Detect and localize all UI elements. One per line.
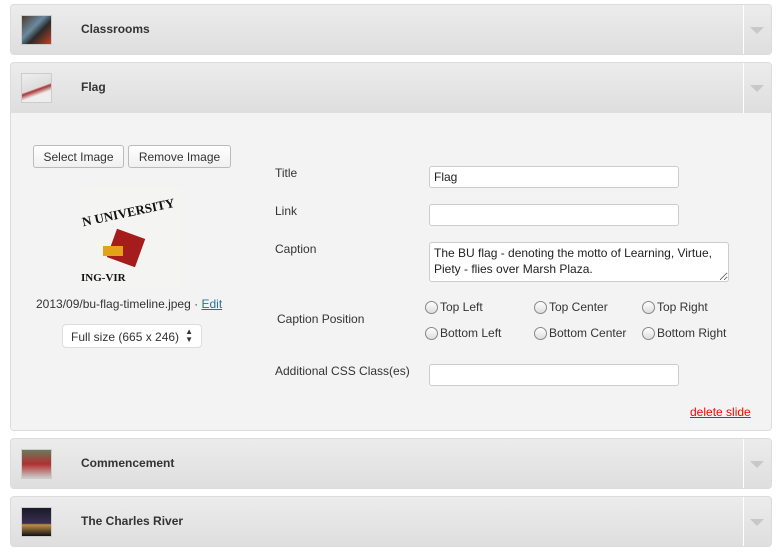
separator: · [194, 297, 199, 311]
slide-title: Commencement [81, 456, 175, 470]
select-arrows-icon: ▲ ▼ [185, 327, 193, 344]
radio-label: Top Center [549, 300, 608, 314]
radio-bottom-center[interactable]: Bottom Center [534, 326, 626, 340]
radio-icon[interactable] [425, 300, 438, 314]
flag-thumbnail [21, 73, 52, 103]
radio-label: Top Right [657, 300, 708, 314]
river-thumbnail [21, 507, 52, 537]
radio-label: Bottom Left [440, 326, 502, 340]
radio-top-center[interactable]: Top Center [534, 300, 608, 314]
select-image-button[interactable]: Select Image [33, 145, 124, 168]
edit-image-link[interactable]: Edit [201, 297, 222, 311]
slide-commencement: Commencement [10, 438, 772, 489]
slide-title: The Charles River [81, 514, 184, 528]
radio-icon[interactable] [534, 300, 547, 314]
radio-label: Top Left [440, 300, 483, 314]
slide-header[interactable]: Flag [11, 63, 771, 113]
slide-header[interactable]: Commencement [11, 439, 771, 488]
caption-label: Caption [275, 242, 317, 256]
radio-bottom-left[interactable]: Bottom Left [425, 326, 501, 340]
slide-classrooms: Classrooms [10, 4, 772, 55]
caption-position-label: Caption Position [277, 312, 365, 326]
classroom-thumbnail [21, 15, 52, 45]
radio-icon[interactable] [534, 326, 547, 340]
remove-image-button[interactable]: Remove Image [128, 145, 231, 168]
radio-label: Bottom Center [549, 326, 627, 340]
chevron-down-icon[interactable] [743, 497, 771, 546]
slide-header[interactable]: The Charles River [11, 497, 771, 546]
css-class-input[interactable] [429, 364, 679, 386]
delete-slide-link[interactable]: delete slide [690, 405, 751, 419]
slide-title: Flag [81, 80, 106, 94]
css-class-label: Additional CSS Class(es) [275, 364, 410, 378]
radio-top-right[interactable]: Top Right [642, 300, 708, 314]
link-input[interactable] [429, 204, 679, 226]
commencement-thumbnail [21, 449, 52, 479]
radio-top-left[interactable]: Top Left [425, 300, 483, 314]
radio-label: Bottom Right [657, 326, 727, 340]
link-label: Link [275, 204, 298, 218]
slide-flag: Flag Select Image Remove Image N UNIVERS… [10, 62, 772, 431]
image-size-select[interactable]: Full size (665 x 246) ▲ ▼ [62, 324, 202, 348]
slide-charles-river: The Charles River [10, 496, 772, 547]
chevron-down-icon[interactable] [743, 5, 771, 54]
title-input[interactable] [429, 166, 679, 188]
flag-image-preview: N UNIVERSITY ING-VIR [81, 188, 181, 288]
file-path: 2013/09/bu-flag-timeline.jpeg [36, 297, 191, 311]
slide-header[interactable]: Classrooms [11, 5, 771, 54]
slide-title: Classrooms [81, 22, 150, 36]
size-select-value: Full size (665 x 246) [71, 330, 180, 344]
radio-icon[interactable] [642, 300, 655, 314]
slide-editor: Select Image Remove Image N UNIVERSITY I… [11, 113, 771, 430]
title-label: Title [275, 166, 298, 180]
radio-icon[interactable] [642, 326, 655, 340]
radio-bottom-right[interactable]: Bottom Right [642, 326, 726, 340]
chevron-down-icon[interactable] [743, 63, 771, 113]
image-file-info: 2013/09/bu-flag-timeline.jpeg · Edit [36, 297, 222, 311]
chevron-down-icon[interactable] [743, 439, 771, 488]
caption-textarea[interactable]: The BU flag - denoting the motto of Lear… [429, 242, 729, 282]
radio-icon[interactable] [425, 326, 438, 340]
